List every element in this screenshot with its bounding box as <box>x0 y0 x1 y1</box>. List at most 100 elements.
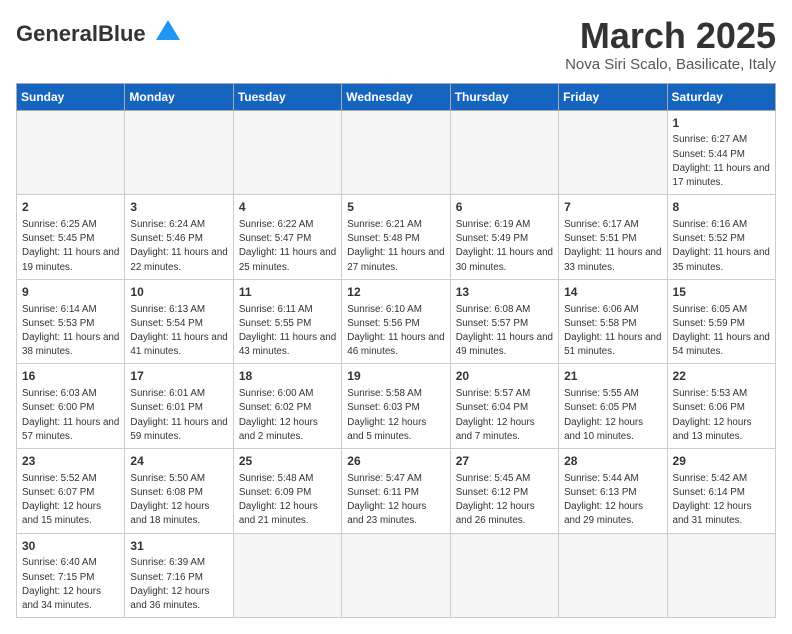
day-cell: 3 Sunrise: 6:24 AMSunset: 5:46 PMDaylight… <box>125 195 233 280</box>
day-info: Sunrise: 5:42 AMSunset: 6:14 PMDaylight:… <box>673 472 770 529</box>
day-info: Sunrise: 6:19 AMSunset: 5:49 PMDaylight:… <box>456 218 553 275</box>
day-cell: 29Sunrise: 5:42 AMSunset: 6:14 PMDayligh… <box>667 449 775 534</box>
day-cell <box>342 110 450 195</box>
day-cell: 8 Sunrise: 6:16 AMSunset: 5:52 PMDaylight… <box>667 195 775 280</box>
header-monday: Monday <box>125 83 233 110</box>
day-cell <box>125 110 233 195</box>
header-sunday: Sunday <box>17 83 125 110</box>
day-cell: 31Sunrise: 6:39 AMSunset: 7:16 PMDayligh… <box>125 533 233 618</box>
day-cell: 12Sunrise: 6:10 AMSunset: 5:56 PMDayligh… <box>342 279 450 364</box>
day-info: Sunrise: 5:53 AMSunset: 6:06 PMDaylight:… <box>673 387 770 444</box>
week-row-5: 23 Sunrise: 5:52 AMSunset: 6:07 PMDayligh… <box>17 449 776 534</box>
day-cell: 21 Sunrise: 5:55 AMSunset: 6:05 PMDayligh… <box>559 364 667 449</box>
day-info: Sunrise: 5:55 AMSunset: 6:05 PMDaylight:… <box>564 387 661 444</box>
day-number: 4 <box>239 199 336 216</box>
day-number: 19 <box>347 368 444 385</box>
month-title: March 2025 <box>565 16 776 56</box>
day-cell <box>559 110 667 195</box>
day-cell <box>559 533 667 618</box>
day-info: Sunrise: 6:06 AMSunset: 5:58 PMDaylight:… <box>564 303 661 360</box>
day-info: Sunrise: 6:13 AMSunset: 5:54 PMDaylight:… <box>130 303 227 360</box>
day-cell: 6 Sunrise: 6:19 AMSunset: 5:49 PMDaylight… <box>450 195 558 280</box>
day-info: Sunrise: 6:39 AMSunset: 7:16 PMDaylight:… <box>130 556 227 613</box>
day-number: 12 <box>347 284 444 301</box>
day-number: 10 <box>130 284 227 301</box>
day-cell: 11 Sunrise: 6:11 AMSunset: 5:55 PMDayligh… <box>233 279 341 364</box>
day-cell: 30Sunrise: 6:40 AMSunset: 7:15 PMDayligh… <box>17 533 125 618</box>
day-cell: 22 Sunrise: 5:53 AMSunset: 6:06 PMDayligh… <box>667 364 775 449</box>
day-cell: 23 Sunrise: 5:52 AMSunset: 6:07 PMDayligh… <box>17 449 125 534</box>
day-number: 8 <box>673 199 770 216</box>
day-number: 6 <box>456 199 553 216</box>
day-info: Sunrise: 6:17 AMSunset: 5:51 PMDaylight:… <box>564 218 661 275</box>
header-tuesday: Tuesday <box>233 83 341 110</box>
day-number: 25 <box>239 453 336 470</box>
day-number: 24 <box>130 453 227 470</box>
day-info: Sunrise: 6:01 AMSunset: 6:01 PMDaylight:… <box>130 387 227 444</box>
day-info: Sunrise: 6:21 AMSunset: 5:48 PMDaylight:… <box>347 218 444 275</box>
day-cell: 20 Sunrise: 5:57 AMSunset: 6:04 PMDayligh… <box>450 364 558 449</box>
day-cell: 17Sunrise: 6:01 AMSunset: 6:01 PMDayligh… <box>125 364 233 449</box>
day-info: Sunrise: 6:22 AMSunset: 5:47 PMDaylight:… <box>239 218 336 275</box>
day-cell: 19 Sunrise: 5:58 AMSunset: 6:03 PMDayligh… <box>342 364 450 449</box>
day-number: 11 <box>239 284 336 301</box>
day-info: Sunrise: 6:03 AMSunset: 6:00 PMDaylight:… <box>22 387 119 444</box>
day-info: Sunrise: 6:16 AMSunset: 5:52 PMDaylight:… <box>673 218 770 275</box>
day-info: Sunrise: 5:50 AMSunset: 6:08 PMDaylight:… <box>130 472 227 529</box>
day-info: Sunrise: 5:47 AMSunset: 6:11 PMDaylight:… <box>347 472 444 529</box>
day-info: Sunrise: 6:24 AMSunset: 5:46 PMDaylight:… <box>130 218 227 275</box>
day-number: 30 <box>22 538 119 555</box>
day-info: Sunrise: 6:25 AMSunset: 5:45 PMDaylight:… <box>22 218 119 275</box>
day-info: Sunrise: 6:27 AMSunset: 5:44 PMDaylight:… <box>673 133 770 190</box>
day-info: Sunrise: 5:45 AMSunset: 6:12 PMDaylight:… <box>456 472 553 529</box>
day-number: 21 <box>564 368 661 385</box>
day-cell <box>342 533 450 618</box>
day-cell <box>233 110 341 195</box>
day-cell: 5 Sunrise: 6:21 AMSunset: 5:48 PMDaylight… <box>342 195 450 280</box>
day-number: 14 <box>564 284 661 301</box>
header-friday: Friday <box>559 83 667 110</box>
day-info: Sunrise: 6:00 AMSunset: 6:02 PMDaylight:… <box>239 387 336 444</box>
header: GeneralBlue March 2025 Nova Siri Scalo, … <box>16 16 776 73</box>
weekday-header-row: Sunday Monday Tuesday Wednesday Thursday… <box>17 83 776 110</box>
day-number: 18 <box>239 368 336 385</box>
day-number: 5 <box>347 199 444 216</box>
day-cell: 27 Sunrise: 5:45 AMSunset: 6:12 PMDayligh… <box>450 449 558 534</box>
day-cell: 26Sunrise: 5:47 AMSunset: 6:11 PMDayligh… <box>342 449 450 534</box>
title-area: March 2025 Nova Siri Scalo, Basilicate, … <box>565 16 776 73</box>
day-number: 16 <box>22 368 119 385</box>
day-cell <box>667 533 775 618</box>
day-number: 28 <box>564 453 661 470</box>
day-number: 9 <box>22 284 119 301</box>
day-number: 7 <box>564 199 661 216</box>
day-info: Sunrise: 6:11 AMSunset: 5:55 PMDaylight:… <box>239 303 336 360</box>
week-row-6: 30Sunrise: 6:40 AMSunset: 7:15 PMDayligh… <box>17 533 776 618</box>
day-number: 1 <box>673 115 770 132</box>
day-cell: 24 Sunrise: 5:50 AMSunset: 6:08 PMDayligh… <box>125 449 233 534</box>
logo-icon <box>154 18 182 51</box>
day-number: 23 <box>22 453 119 470</box>
day-cell: 25Sunrise: 5:48 AMSunset: 6:09 PMDayligh… <box>233 449 341 534</box>
day-number: 22 <box>673 368 770 385</box>
header-wednesday: Wednesday <box>342 83 450 110</box>
day-cell <box>450 110 558 195</box>
day-cell <box>233 533 341 618</box>
day-cell: 2 Sunrise: 6:25 AMSunset: 5:45 PMDaylight… <box>17 195 125 280</box>
day-info: Sunrise: 5:52 AMSunset: 6:07 PMDaylight:… <box>22 472 119 529</box>
week-row-2: 2 Sunrise: 6:25 AMSunset: 5:45 PMDaylight… <box>17 195 776 280</box>
day-number: 27 <box>456 453 553 470</box>
day-number: 13 <box>456 284 553 301</box>
day-info: Sunrise: 5:58 AMSunset: 6:03 PMDaylight:… <box>347 387 444 444</box>
week-row-3: 9Sunrise: 6:14 AMSunset: 5:53 PMDaylight… <box>17 279 776 364</box>
day-cell: 1Sunrise: 6:27 AMSunset: 5:44 PMDaylight… <box>667 110 775 195</box>
day-cell: 28Sunrise: 5:44 AMSunset: 6:13 PMDayligh… <box>559 449 667 534</box>
day-info: Sunrise: 5:57 AMSunset: 6:04 PMDaylight:… <box>456 387 553 444</box>
day-number: 31 <box>130 538 227 555</box>
week-row-4: 16 Sunrise: 6:03 AMSunset: 6:00 PMDayligh… <box>17 364 776 449</box>
day-number: 3 <box>130 199 227 216</box>
day-cell <box>450 533 558 618</box>
day-number: 2 <box>22 199 119 216</box>
day-number: 20 <box>456 368 553 385</box>
day-cell: 18 Sunrise: 6:00 AMSunset: 6:02 PMDayligh… <box>233 364 341 449</box>
header-thursday: Thursday <box>450 83 558 110</box>
